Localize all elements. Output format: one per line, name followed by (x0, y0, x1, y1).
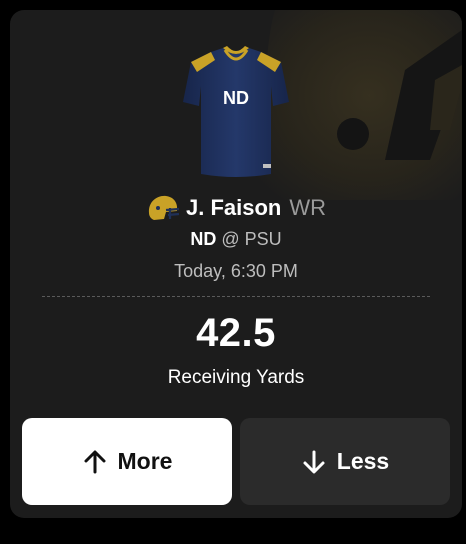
projection-card[interactable]: ND J. Faison WR ND @ PSU Today, 6:30 PM … (10, 10, 462, 518)
more-button[interactable]: More (22, 418, 232, 505)
matchup-separator: @ (221, 229, 240, 249)
arrow-down-icon (303, 450, 325, 473)
helmet-icon (148, 195, 180, 220)
game-time: Today, 6:30 PM (174, 261, 298, 281)
more-button-label: More (117, 448, 173, 474)
jersey-image: ND (183, 46, 289, 177)
less-button[interactable]: Less (240, 418, 450, 505)
arrow-up-icon (84, 450, 106, 473)
less-button-label: Less (336, 448, 390, 474)
team-abbr: ND (190, 229, 217, 249)
player-position: WR (289, 195, 326, 220)
projection-line: 42.5 (196, 311, 276, 355)
stat-type: Receiving Yards (167, 367, 305, 388)
player-row: J. Faison WR (10, 191, 462, 225)
opponent-abbr: PSU (244, 229, 282, 249)
matchup: ND @ PSU (10, 229, 462, 250)
player-name: J. Faison (185, 195, 282, 220)
jersey-text: ND (223, 88, 249, 108)
dashed-divider (42, 296, 430, 297)
